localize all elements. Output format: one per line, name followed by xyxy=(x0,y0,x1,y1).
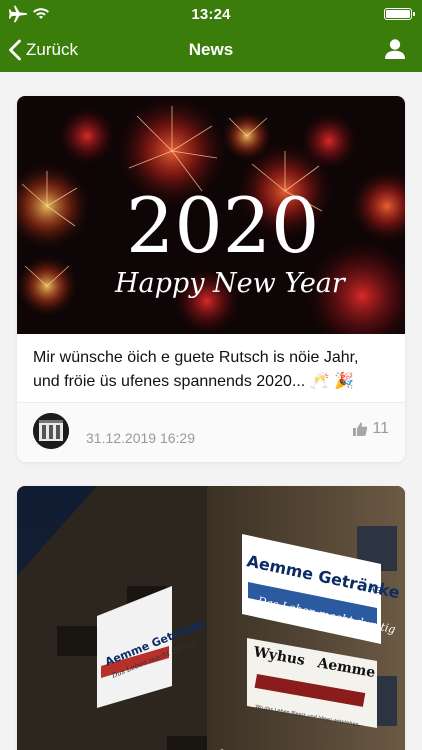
post-date: 31.12.2019 16:29 xyxy=(86,430,195,446)
news-card[interactable]: Aemme Getränke AG Das Leben macht dursti… xyxy=(17,486,405,750)
status-bar: 13:24 xyxy=(0,0,422,28)
post-footer: 31.12.2019 16:29 11 xyxy=(17,403,405,462)
navigation-bar: Zurück News xyxy=(0,28,422,72)
post-image-fireworks: 2020 Happy New Year xyxy=(17,96,405,334)
thumbs-up-icon xyxy=(353,422,368,436)
top-bar: 13:24 Zurück News xyxy=(0,0,422,72)
avatar[interactable] xyxy=(33,413,69,449)
like-button[interactable]: 11 xyxy=(352,420,389,438)
post-text: Mir wünsche öich e guete Rutsch is nöie … xyxy=(33,349,359,390)
like-count: 11 xyxy=(372,420,389,437)
image-greeting-text: Happy New Year xyxy=(114,268,347,299)
user-icon[interactable] xyxy=(384,38,406,60)
post-image-building: Aemme Getränke AG Das Leben macht dursti… xyxy=(17,486,405,750)
news-card[interactable]: 2020 Happy New Year Mir wünsche öich e g… xyxy=(17,96,405,462)
news-feed[interactable]: 2020 Happy New Year Mir wünsche öich e g… xyxy=(0,72,422,750)
status-time: 13:24 xyxy=(191,6,231,23)
page-title: News xyxy=(188,40,234,59)
battery-icon xyxy=(384,8,415,20)
image-year-text: 2020 xyxy=(126,181,319,270)
